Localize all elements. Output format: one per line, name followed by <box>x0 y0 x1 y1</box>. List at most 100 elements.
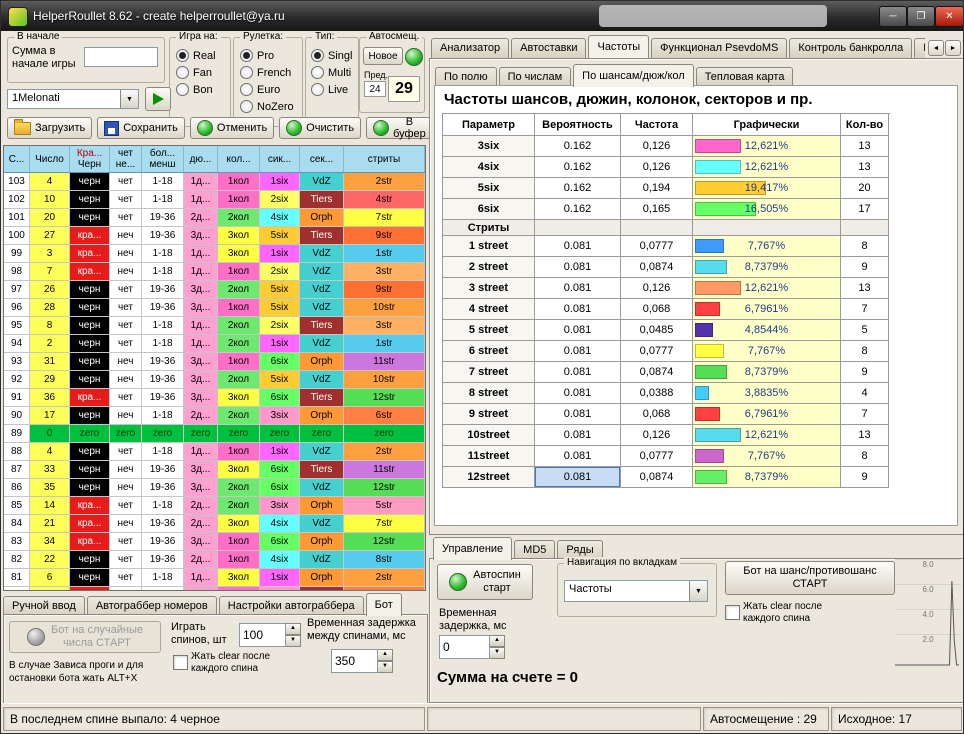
freq-prob-cell[interactable]: 0.081 <box>535 236 621 257</box>
spin-down-icon[interactable]: ▼ <box>490 647 505 659</box>
game-radio-option[interactable]: Real <box>176 47 216 64</box>
close-button[interactable]: ✕ <box>935 6 964 27</box>
freq-param-cell[interactable]: 2 street <box>443 257 535 278</box>
freq-prob-cell[interactable]: 0.081 <box>535 278 621 299</box>
control-tab[interactable]: MD5 <box>514 540 555 560</box>
freq-param-cell[interactable]: 6six <box>443 199 535 220</box>
freq-bar-cell[interactable]: 16,505% <box>693 199 841 220</box>
freq-value-cell[interactable]: 0,126 <box>621 157 693 178</box>
titlebar[interactable]: HelperRoullet 8.62 - create helperroulle… <box>1 1 963 31</box>
game-radio-option[interactable]: Fan <box>176 64 216 81</box>
freq-prob-cell[interactable]: 0.081 <box>535 257 621 278</box>
history-row[interactable]: 98 7 кра... неч 1-18 1д... 1кол 2six VdZ… <box>4 263 425 281</box>
clear-after-spin-checkbox[interactable] <box>173 655 188 670</box>
freq-count-cell[interactable]: 20 <box>841 178 889 199</box>
bot-tab[interactable]: Настройки автограббера <box>219 596 364 616</box>
freq-value-cell[interactable]: 0,0874 <box>621 362 693 383</box>
spin-delay-input[interactable] <box>331 649 378 673</box>
freq-param-cell[interactable]: 5 street <box>443 320 535 341</box>
freq-value-cell[interactable]: 0,126 <box>621 136 693 157</box>
freq-prob-cell[interactable]: 0.081 <box>535 404 621 425</box>
freq-count-cell[interactable]: 8 <box>841 341 889 362</box>
history-row[interactable]: 102 10 черн чет 1-18 1д... 1кол 2six Tie… <box>4 191 425 209</box>
clear-after-spin-checkbox-right[interactable] <box>725 605 740 620</box>
freq-prob-cell[interactable]: 0.081 <box>535 446 621 467</box>
freq-param-cell[interactable]: 9 street <box>443 404 535 425</box>
preset-combobox[interactable]: 1Melonati ▼ <box>7 89 139 109</box>
spin-down-icon[interactable]: ▼ <box>286 635 301 647</box>
freq-count-cell[interactable]: 17 <box>841 199 889 220</box>
spin-up-icon[interactable]: ▲ <box>378 649 393 661</box>
roulette-radio-option[interactable]: NoZero <box>240 98 294 115</box>
freq-prob-cell[interactable]: 0.081 <box>535 320 621 341</box>
freq-value-cell[interactable]: 0,068 <box>621 299 693 320</box>
history-row[interactable]: 94 2 черн чет 1-18 1д... 2кол 1six VdZ 1… <box>4 335 425 353</box>
freq-value-cell[interactable]: 0,0874 <box>621 257 693 278</box>
freq-param-cell[interactable]: 10street <box>443 425 535 446</box>
history-row[interactable]: 99 3 кра... неч 1-18 1д... 3кол 1six VdZ… <box>4 245 425 263</box>
freq-param-cell[interactable]: 4 street <box>443 299 535 320</box>
game-radio-option[interactable]: Bon <box>176 81 216 98</box>
maximize-button[interactable]: ❐ <box>907 6 935 27</box>
freq-count-cell[interactable]: 5 <box>841 320 889 341</box>
freq-param-cell[interactable]: 5six <box>443 178 535 199</box>
freq-count-cell[interactable]: 4 <box>841 383 889 404</box>
history-row[interactable]: 86 35 черн неч 19-36 3д... 2кол 6six VdZ… <box>4 479 425 497</box>
play-button[interactable] <box>145 87 171 111</box>
history-row[interactable]: 81 6 черн чет 1-18 1д... 3кол 1six Orph … <box>4 569 425 587</box>
freq-bar-cell[interactable]: 6,7961% <box>693 404 841 425</box>
type-radio-option[interactable]: Live <box>311 81 352 98</box>
start-sum-input[interactable] <box>84 47 158 67</box>
freq-count-cell[interactable]: 7 <box>841 299 889 320</box>
spin-down-icon[interactable]: ▼ <box>378 661 393 673</box>
history-row[interactable]: 100 27 кра... неч 19-36 3д... 3кол 5six … <box>4 227 425 245</box>
freq-param-cell[interactable]: 12street <box>443 467 535 488</box>
history-row[interactable]: 83 34 кра... чет 19-36 3д... 1кол 6six O… <box>4 533 425 551</box>
analyzer-tab[interactable]: Колесо <box>914 38 925 58</box>
freq-prob-cell[interactable]: 0.162 <box>535 199 621 220</box>
history-row[interactable]: 87 33 черн неч 19-36 3д... 3кол 6six Tie… <box>4 461 425 479</box>
freq-bar-cell[interactable]: 3,8835% <box>693 383 841 404</box>
freq-param-cell[interactable]: 11street <box>443 446 535 467</box>
freq-prob-cell[interactable]: 0.081 <box>535 383 621 404</box>
history-row[interactable]: 85 14 кра... чет 1-18 2д... 2кол 3six Or… <box>4 497 425 515</box>
history-row[interactable]: 92 29 черн неч 19-36 3д... 2кол 5six VdZ… <box>4 371 425 389</box>
freq-prob-cell[interactable]: 0.081 <box>535 299 621 320</box>
freq-value-cell[interactable]: 0,194 <box>621 178 693 199</box>
freq-bar-cell[interactable]: 8,7379% <box>693 257 841 278</box>
history-row[interactable]: 96 28 черн чет 19-36 3д... 1кол 5six VdZ… <box>4 299 425 317</box>
freq-count-cell[interactable]: 7 <box>841 404 889 425</box>
random-bot-start-button[interactable]: Бот на случайные числа СТАРТ <box>9 621 161 653</box>
analyzer-tab[interactable]: Частоты <box>588 35 649 58</box>
toolbar-button[interactable]: Сохранить <box>97 117 185 139</box>
frequencies-subtab[interactable]: Тепловая карта <box>696 67 794 87</box>
freq-bar-cell[interactable]: 6,7961% <box>693 299 841 320</box>
freq-prob-cell[interactable]: 0.162 <box>535 136 621 157</box>
history-row[interactable]: 93 31 черн неч 19-36 3д... 1кол 6six Orp… <box>4 353 425 371</box>
freq-count-cell[interactable]: 9 <box>841 467 889 488</box>
type-radio-option[interactable]: Multi <box>311 64 352 81</box>
freq-count-cell[interactable]: 13 <box>841 157 889 178</box>
freq-bar-cell[interactable]: 12,621% <box>693 425 841 446</box>
roulette-radio-option[interactable]: Pro <box>240 47 294 64</box>
freq-bar-cell[interactable]: 19,417% <box>693 178 841 199</box>
chance-bot-start-button[interactable]: Бот на шанс/противошанс СТАРТ <box>725 561 895 595</box>
bot-tab[interactable]: Ручной ввод <box>3 596 85 616</box>
freq-bar-cell[interactable]: 12,621% <box>693 157 841 178</box>
chevron-down-icon[interactable]: ▼ <box>120 90 138 108</box>
type-radio-option[interactable]: Singl <box>311 47 352 64</box>
freq-count-cell[interactable]: 9 <box>841 362 889 383</box>
freq-value-cell[interactable]: 0,126 <box>621 278 693 299</box>
freq-count-cell[interactable]: 13 <box>841 425 889 446</box>
history-row[interactable]: 103 4 черн чет 1-18 1д... 1кол 1six VdZ … <box>4 173 425 191</box>
freq-bar-cell[interactable]: 7,767% <box>693 341 841 362</box>
freq-count-cell[interactable]: 9 <box>841 257 889 278</box>
bot-tab[interactable]: Бот <box>366 593 402 616</box>
freq-prob-cell[interactable]: 0.162 <box>535 178 621 199</box>
frequencies-subtab[interactable]: По числам <box>499 67 572 87</box>
chevron-down-icon[interactable]: ▼ <box>689 581 707 601</box>
freq-prob-cell[interactable]: 0.081 <box>535 467 621 488</box>
autospin-start-button[interactable]: Автоспин старт <box>437 564 533 600</box>
freq-value-cell[interactable]: 0,0777 <box>621 446 693 467</box>
freq-param-cell[interactable]: 4six <box>443 157 535 178</box>
